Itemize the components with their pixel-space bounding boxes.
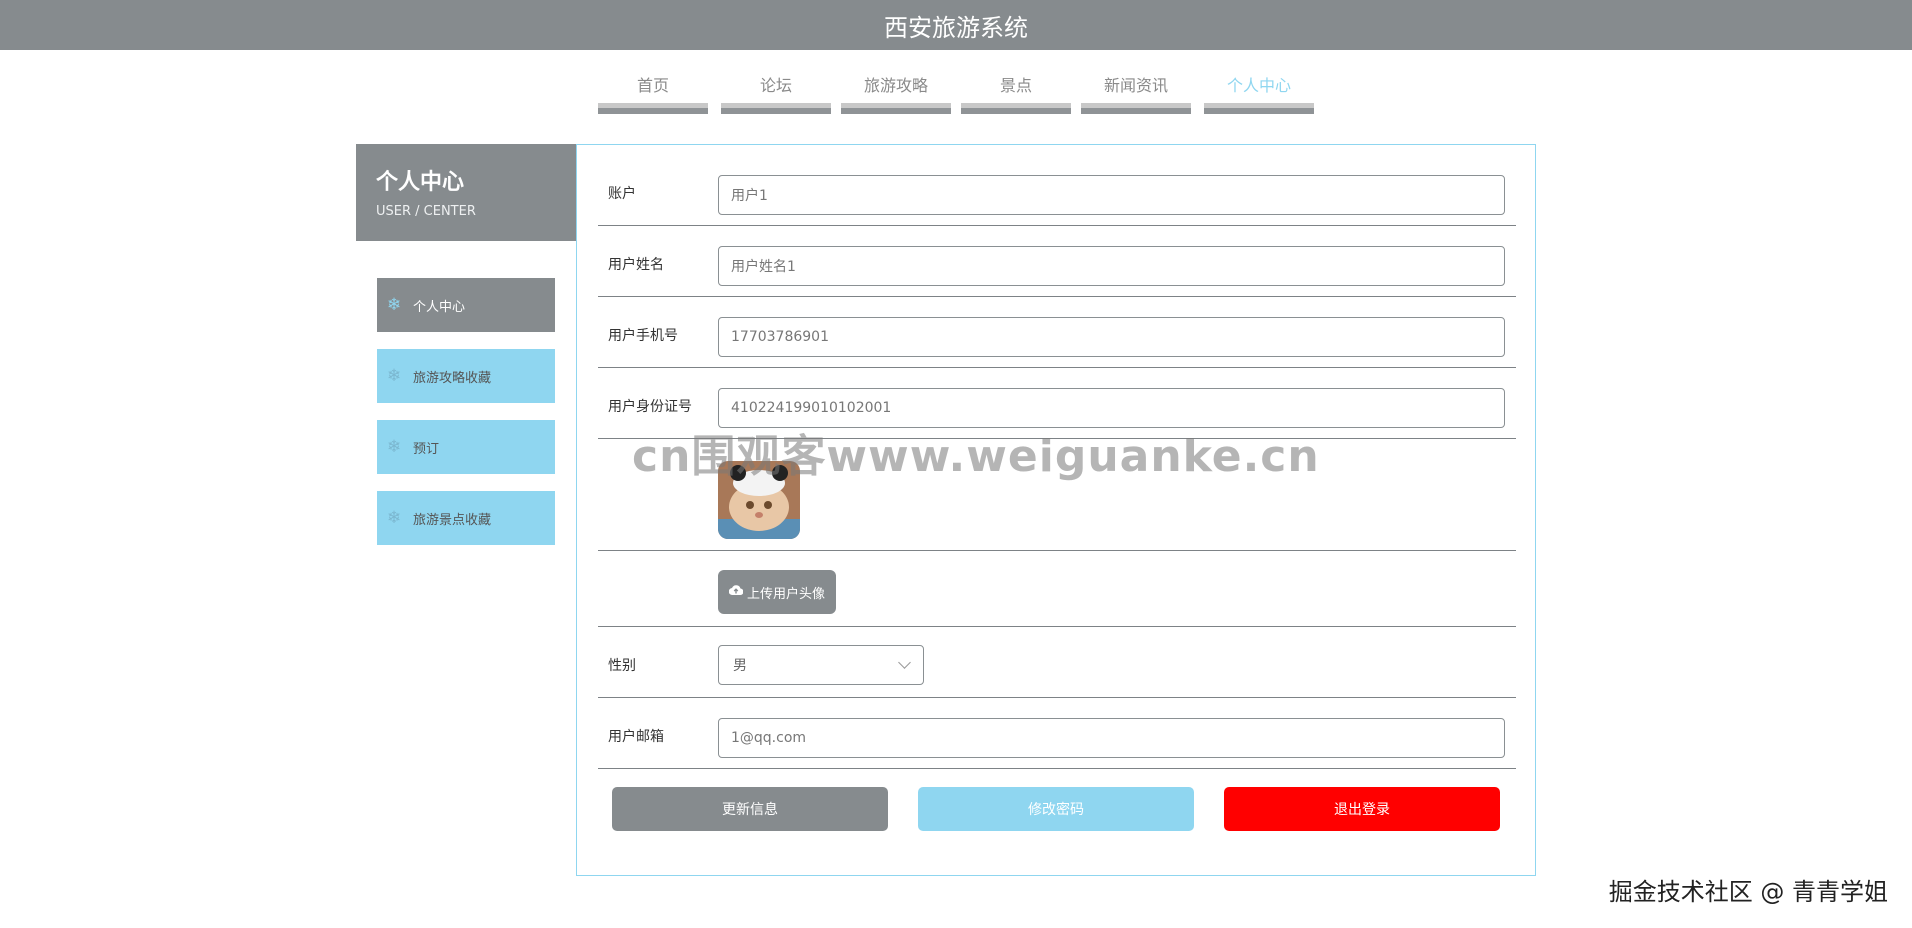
- upload-avatar-label: 上传用户头像: [746, 586, 825, 602]
- sidebar-item-label: 旅游攻略收藏: [413, 370, 492, 386]
- tab-underline: [1204, 103, 1314, 114]
- tab-label: 论坛: [759, 76, 792, 95]
- sidebar-header: 个人中心 USER / CENTER: [356, 144, 576, 241]
- gender-label: 性别: [608, 658, 636, 674]
- tab-underline: [598, 103, 708, 114]
- sidebar-item-label: 旅游景点收藏: [413, 512, 492, 528]
- snowflake-icon: ❄: [387, 295, 402, 315]
- email-input[interactable]: [718, 718, 1505, 758]
- logout-button[interactable]: 退出登录: [1224, 787, 1500, 831]
- tab-underline: [961, 103, 1071, 114]
- phone-input[interactable]: [718, 317, 1505, 357]
- sidebar-item-label: 预订: [413, 441, 440, 457]
- sidebar-item-label: 个人中心: [413, 299, 466, 315]
- snowflake-icon: ❄: [387, 508, 402, 528]
- id-card-input[interactable]: [718, 388, 1505, 428]
- account-input[interactable]: [718, 175, 1505, 215]
- chevron-down-icon: [898, 656, 911, 669]
- tab-label: 首页: [636, 76, 669, 95]
- gender-select[interactable]: 男: [718, 645, 924, 685]
- change-password-button[interactable]: 修改密码: [918, 787, 1194, 831]
- name-label: 用户姓名: [608, 257, 664, 273]
- avatar-image: [718, 461, 800, 539]
- tab-travel-guides[interactable]: 旅游攻略: [841, 66, 951, 114]
- name-input[interactable]: [718, 246, 1505, 286]
- header-bar: 西安旅游系统: [0, 0, 1912, 50]
- name-row: 用户姓名: [598, 226, 1516, 297]
- sidebar-subtitle: USER / CENTER: [376, 204, 476, 219]
- phone-label: 用户手机号: [608, 328, 678, 344]
- email-row: 用户邮箱: [598, 698, 1516, 769]
- tab-label: 景点: [999, 76, 1032, 95]
- upload-avatar-button[interactable]: 上传用户头像: [718, 570, 836, 614]
- tab-underline: [841, 103, 951, 114]
- tab-label: 个人中心: [1226, 76, 1291, 95]
- app-title: 西安旅游系统: [884, 13, 1028, 42]
- account-row: 账户: [598, 145, 1516, 226]
- tab-forum[interactable]: 论坛: [721, 66, 831, 114]
- tab-underline: [721, 103, 831, 114]
- cloud-upload-icon: [728, 584, 744, 600]
- sidebar-item-user-center[interactable]: ❄ 个人中心: [377, 278, 555, 332]
- tab-label: 旅游攻略: [863, 76, 928, 95]
- sidebar-item-guide-favorites[interactable]: ❄ 旅游攻略收藏: [377, 349, 555, 403]
- id-card-row: 用户身份证号: [598, 368, 1516, 439]
- email-label: 用户邮箱: [608, 729, 664, 745]
- tab-user-center[interactable]: 个人中心: [1204, 66, 1314, 114]
- profile-form-panel: 账户 用户姓名 用户手机号 用户身份证号 上传用户头像: [576, 144, 1536, 876]
- tab-attractions[interactable]: 景点: [961, 66, 1071, 114]
- sidebar-title: 个人中心: [376, 170, 465, 195]
- gender-value: 男: [733, 658, 747, 674]
- sidebar-item-attraction-favorites[interactable]: ❄ 旅游景点收藏: [377, 491, 555, 545]
- tab-news[interactable]: 新闻资讯: [1081, 66, 1191, 114]
- tab-label: 新闻资讯: [1103, 76, 1168, 95]
- footer-credit: 掘金技术社区 @ 青青学姐: [1608, 878, 1888, 906]
- snowflake-icon: ❄: [387, 366, 402, 386]
- sidebar-item-bookings[interactable]: ❄ 预订: [377, 420, 555, 474]
- id-card-label: 用户身份证号: [608, 399, 692, 415]
- snowflake-icon: ❄: [387, 437, 402, 457]
- update-info-button[interactable]: 更新信息: [612, 787, 888, 831]
- tab-underline: [1081, 103, 1191, 114]
- phone-row: 用户手机号: [598, 297, 1516, 368]
- account-label: 账户: [608, 186, 636, 202]
- tab-home[interactable]: 首页: [598, 66, 708, 114]
